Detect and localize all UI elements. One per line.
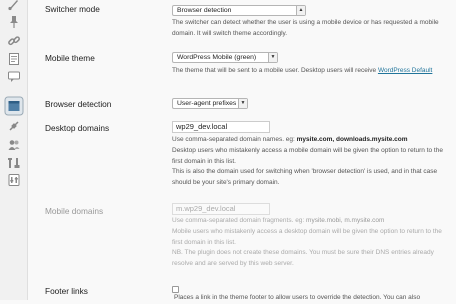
mobile-theme-description: The theme that will be sent to a mobile … (172, 66, 454, 77)
chevron-down-icon: ▼ (238, 99, 247, 108)
mobile-domains-hint: Use comma-separated domain fragments. eg… (172, 217, 307, 224)
mobile-domains-input[interactable]: m.wp29_dev.local (172, 203, 270, 215)
settings-form: Switcher mode Browser detection ▲ The sw… (28, 0, 456, 301)
switcher-mode-value: Browser detection (177, 7, 232, 14)
mobile-theme-label: Mobile theme (45, 53, 95, 63)
wordpress-default-link[interactable]: WordPress Default (378, 67, 432, 74)
desktop-domains-example: mysite.com, downloads.mysite.com (296, 136, 408, 143)
chevron-down-icon: ▲ (296, 6, 305, 15)
mobile-domains-description: Use comma-separated domain fragments. eg… (172, 216, 454, 270)
plugin-icon[interactable] (7, 119, 21, 133)
pin-icon[interactable] (7, 15, 21, 29)
mobile-theme-select[interactable]: WordPress Mobile (green) ▼ (172, 52, 278, 63)
tools-icon[interactable] (7, 156, 21, 170)
footer-links-label: Footer links (45, 286, 88, 296)
mobile-domains-line2: Mobile users who mistakenly access a des… (172, 227, 442, 246)
mobile-theme-desc-text: The theme that will be sent to a mobile … (172, 67, 378, 74)
switcher-mode-select[interactable]: Browser detection ▲ (172, 5, 306, 16)
mobile-domains-label: Mobile domains (45, 206, 104, 216)
mobile-domains-line3: NB. The plugin does not create these dom… (172, 249, 434, 268)
link-icon[interactable] (7, 34, 21, 48)
footer-links-checkbox[interactable] (172, 286, 179, 293)
mobile-domains-example: mysite.mobi, m.mysite.com (306, 217, 385, 224)
desktop-domains-line3: This is also the domain used for switchi… (172, 168, 438, 187)
appearance-icon[interactable] (4, 96, 24, 116)
desktop-domains-line2: Desktop users who mistakenly access a mo… (172, 146, 443, 165)
mobile-theme-value: WordPress Mobile (green) (177, 54, 257, 61)
switcher-mode-description: The switcher can detect whether the user… (172, 19, 439, 37)
desktop-domains-label: Desktop domains (45, 123, 110, 133)
browser-detection-label: Browser detection (45, 99, 112, 109)
users-icon[interactable] (7, 138, 21, 152)
browser-detection-select[interactable]: User-agent prefixes ▼ (172, 98, 248, 109)
desktop-domains-hint: Use comma-separated domain names. eg: (172, 136, 297, 143)
comment-icon[interactable] (7, 70, 21, 84)
switcher-mode-label: Switcher mode (45, 4, 100, 14)
desktop-domains-input[interactable]: wp29_dev.local (172, 121, 270, 133)
browser-detection-value: User-agent prefixes (177, 100, 237, 107)
chevron-down-icon: ▼ (268, 53, 277, 62)
footer-links-description: Places a link in the theme footer to all… (174, 294, 421, 301)
brush-icon[interactable] (7, 0, 21, 11)
desktop-domains-description: Use comma-separated domain names. eg: my… (172, 135, 454, 189)
admin-sidebar (0, 0, 28, 300)
settings-icon[interactable] (7, 173, 21, 187)
page-icon[interactable] (7, 52, 21, 66)
